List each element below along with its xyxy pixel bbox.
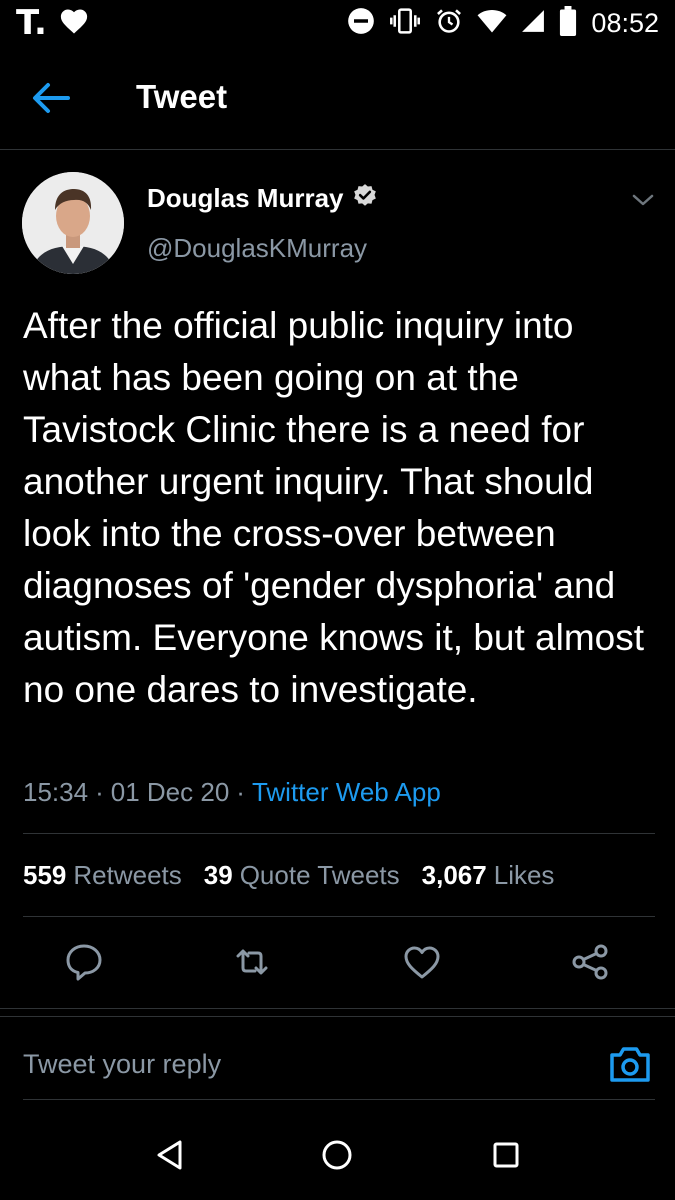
carrier-logo: T. [16,3,47,43]
quote-tweets-count: 39 [203,860,233,890]
reply-button[interactable] [60,938,108,986]
circle-home-icon [312,1140,362,1184]
nav-back-button[interactable] [146,1130,196,1180]
square-recents-icon [481,1142,531,1184]
retweets-count: 559 [23,860,67,890]
author-name-row: Douglas Murray [147,183,378,214]
verified-badge-icon [352,183,378,214]
reply-icon [60,944,108,990]
tweet-meta: 15:34 · 01 Dec 20 · Twitter Web App [23,777,441,808]
divider [23,916,655,917]
status-left: T. [16,6,89,40]
quote-tweets-stat[interactable]: 39 Quote Tweets [204,860,400,891]
tweet-source-link[interactable]: Twitter Web App [252,777,441,808]
likes-stat[interactable]: 3,067 Likes [422,860,555,891]
retweets-stat[interactable]: 559 Retweets [23,860,182,891]
retweet-button[interactable] [228,938,276,986]
tweet-actions [0,938,675,988]
page-title: Tweet [136,78,228,115]
system-nav-bar [0,1110,675,1200]
wifi-icon [477,8,507,39]
author-name[interactable]: Douglas Murray [147,183,344,214]
tweet-text: After the official public inquiry into w… [23,305,645,710]
divider [23,1099,655,1100]
arrow-left-icon [26,83,78,122]
reply-input[interactable] [23,1040,583,1088]
back-button[interactable] [26,78,78,118]
like-button[interactable] [398,938,446,986]
status-right: 08:52 [347,5,659,41]
quote-tweets-label: Quote Tweets [239,860,400,890]
status-clock: 08:52 [591,8,659,38]
nav-home-button[interactable] [312,1130,362,1180]
avatar[interactable] [22,172,124,274]
stats-row: 559 Retweets 39 Quote Tweets 3,067 Likes [23,860,554,891]
add-photo-button[interactable] [605,1040,655,1088]
camera-icon [605,1047,655,1092]
app-bar: Tweet [0,48,675,150]
author-handle[interactable]: @DouglasKMurray [147,233,367,264]
tweet-date: 01 Dec 20 [110,777,230,807]
likes-label: Likes [493,860,555,890]
likes-count: 3,067 [421,860,487,890]
meta-separator: · [95,777,104,807]
chevron-down-icon [628,194,658,216]
share-button[interactable] [566,938,614,986]
nav-recents-button[interactable] [481,1130,531,1180]
meta-separator: · [236,777,245,807]
cell-signal-icon [521,8,545,39]
vibrate-icon [389,7,421,40]
divider [23,833,655,834]
status-bar: T. 08:52 [0,0,675,48]
heart-icon [59,7,89,40]
share-icon [566,944,614,990]
retweet-icon [228,949,276,990]
more-options-button[interactable] [628,188,658,212]
divider [0,1008,675,1009]
divider [0,1016,675,1017]
triangle-back-icon [146,1140,196,1184]
tweet-time: 15:34 [23,777,89,807]
do-not-disturb-icon [347,7,375,40]
retweets-label: Retweets [73,860,182,890]
battery-icon [559,5,577,41]
like-icon [398,946,446,990]
alarm-icon [435,7,463,40]
